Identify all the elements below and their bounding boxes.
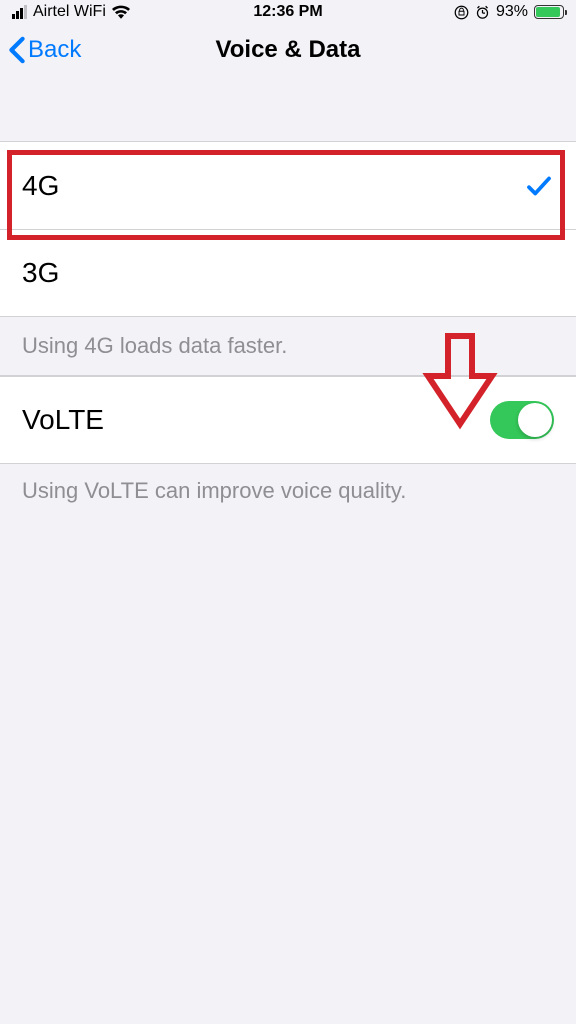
option-3g[interactable]: 3G (0, 229, 576, 317)
option-label: 3G (22, 257, 59, 289)
orientation-lock-icon (454, 5, 469, 20)
wifi-icon (112, 5, 130, 19)
option-label: 4G (22, 170, 59, 202)
back-label: Back (28, 36, 81, 64)
volte-label: VoLTE (22, 404, 104, 436)
checkmark-icon (524, 171, 554, 201)
volte-toggle[interactable] (490, 401, 554, 439)
alarm-icon (475, 5, 490, 20)
volte-footer: Using VoLTE can improve voice quality. (0, 464, 576, 518)
clock: 12:36 PM (253, 3, 322, 21)
volte-row: VoLTE (0, 376, 576, 464)
nav-bar: Back Voice & Data (0, 24, 576, 76)
battery-icon (534, 5, 564, 19)
status-right: 93% (454, 3, 564, 21)
chevron-left-icon (8, 36, 26, 64)
option-4g[interactable]: 4G (0, 141, 576, 229)
cellular-signal-icon (12, 5, 27, 19)
page-title: Voice & Data (216, 36, 361, 64)
status-left: Airtel WiFi (12, 3, 130, 21)
options-footer: Using 4G loads data faster. (0, 317, 576, 376)
battery-percent: 93% (496, 3, 528, 21)
status-bar: Airtel WiFi 12:36 PM 93% (0, 0, 576, 24)
back-button[interactable]: Back (0, 36, 81, 64)
carrier-label: Airtel WiFi (33, 3, 106, 21)
